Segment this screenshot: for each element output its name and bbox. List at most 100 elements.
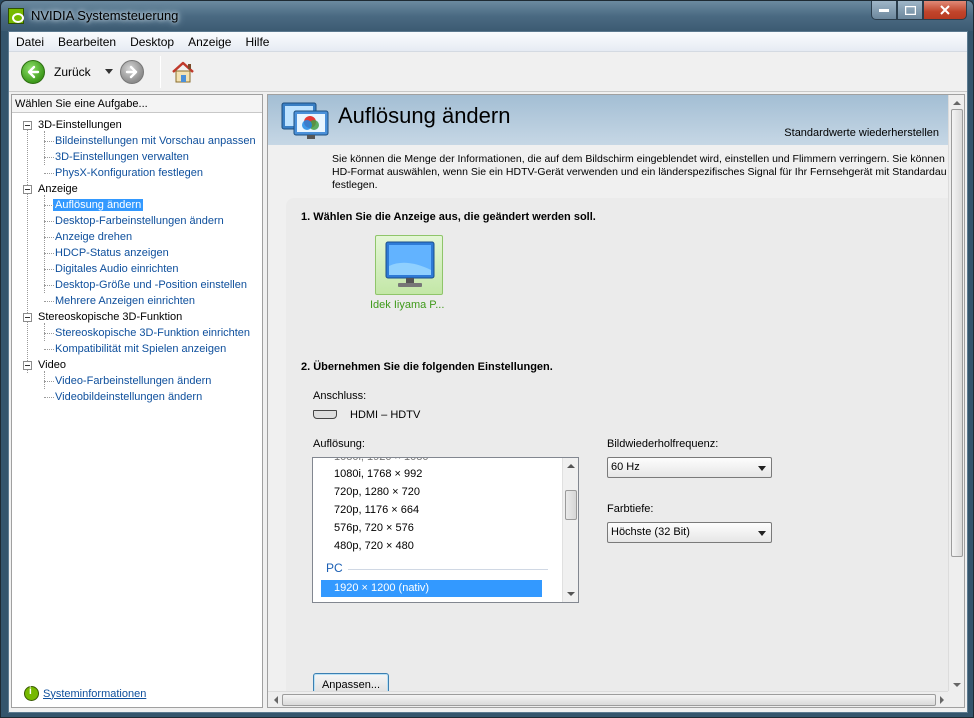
color-depth-label: Farbtiefe: [607, 503, 654, 515]
info-icon [24, 686, 39, 701]
tree-item-audio[interactable]: Digitales Audio einrichten [12, 261, 262, 277]
collapse-icon[interactable] [23, 313, 32, 322]
collapse-icon[interactable] [23, 121, 32, 130]
collapse-icon[interactable] [23, 361, 32, 370]
maximize-icon [904, 5, 916, 15]
tree-item-hdcp[interactable]: HDCP-Status anzeigen [12, 245, 262, 261]
toolbar: Zurück [9, 52, 967, 92]
list-item[interactable]: 1080i, 1920 × 1080 [334, 458, 429, 466]
scroll-left-icon[interactable] [274, 696, 278, 704]
caption-buttons [871, 1, 967, 21]
tree-item-3d-verwalten[interactable]: 3D-Einstellungen verwalten [12, 149, 262, 165]
connection-label: Anschluss: [313, 390, 367, 402]
step2-heading: 2. Übernehmen Sie die folgenden Einstell… [301, 361, 553, 373]
menu-anzeige[interactable]: Anzeige [181, 35, 238, 49]
tree-item-desktop-farbe[interactable]: Desktop-Farbeinstellungen ändern [12, 213, 262, 229]
back-button[interactable] [21, 60, 45, 84]
scroll-thumb[interactable] [951, 109, 963, 557]
display-name[interactable]: Idek Iiyama P... [370, 299, 444, 311]
menu-bearbeiten[interactable]: Bearbeiten [51, 35, 123, 49]
tree-item-bildeinstellungen[interactable]: Bildeinstellungen mit Vorschau anpassen [12, 133, 262, 149]
tree-category-video[interactable]: Video [12, 357, 262, 373]
monitor-icon [385, 241, 435, 287]
menu-datei[interactable]: Datei [9, 35, 51, 49]
list-item[interactable]: 1080i, 1768 × 992 [334, 466, 422, 483]
tree-item-videobild[interactable]: Videobildeinstellungen ändern [12, 389, 262, 405]
display-tile[interactable] [375, 235, 443, 295]
scroll-down-icon[interactable] [567, 592, 575, 596]
resolution-list[interactable]: 1080i, 1920 × 1080 1080i, 1768 × 992 720… [312, 457, 579, 603]
size-grip[interactable] [948, 691, 964, 707]
toolbar-separator [160, 56, 161, 88]
minimize-icon [879, 9, 889, 12]
back-label[interactable]: Zurück [54, 65, 91, 79]
chevron-down-icon [758, 531, 766, 536]
main-window: NVIDIA Systemsteuerung Datei Bearbeiten … [0, 0, 974, 718]
window-title: NVIDIA Systemsteuerung [31, 8, 179, 23]
maximize-button[interactable] [897, 1, 923, 20]
tree-item-desktop-groesse[interactable]: Desktop-Größe und -Position einstellen [12, 277, 262, 293]
nvidia-app-icon [8, 8, 24, 24]
scroll-up-icon[interactable] [567, 464, 575, 468]
tree-item-mehrere-anzeigen[interactable]: Mehrere Anzeigen einrichten [12, 293, 262, 309]
chevron-down-icon [758, 466, 766, 471]
list-group-divider [348, 569, 548, 570]
title-bar[interactable]: NVIDIA Systemsteuerung [1, 1, 973, 31]
refresh-label: Bildwiederholfrequenz: [607, 438, 719, 450]
list-item-selected[interactable]: 1920 × 1200 (nativ) [321, 580, 542, 597]
scroll-thumb[interactable] [565, 490, 577, 520]
scroll-right-icon[interactable] [940, 696, 944, 704]
page-description: Sie können die Menge der Informationen, … [332, 153, 947, 191]
content-hscrollbar[interactable] [268, 691, 950, 707]
content-pane: Auflösung ändern Standardwerte wiederher… [267, 94, 965, 708]
task-pane-header: Wählen Sie eine Aufgabe... [12, 95, 262, 113]
forward-button[interactable] [120, 60, 144, 84]
refresh-rate-value: 60 Hz [611, 461, 640, 473]
arrow-right-icon [125, 65, 138, 79]
minimize-button[interactable] [871, 1, 897, 20]
close-icon [940, 5, 950, 15]
restore-defaults-link[interactable]: Standardwerte wiederherstellen [784, 127, 939, 139]
list-group-header: PC [326, 561, 343, 575]
tree-item-stereo-einrichten[interactable]: Stereoskopische 3D-Funktion einrichten [12, 325, 262, 341]
collapse-icon[interactable] [23, 185, 32, 194]
task-pane: Wählen Sie eine Aufgabe... 3D-Einstellun… [11, 94, 263, 708]
menu-bar: Datei Bearbeiten Desktop Anzeige Hilfe [9, 32, 967, 52]
client-area: Datei Bearbeiten Desktop Anzeige Hilfe Z… [8, 31, 968, 713]
menu-hilfe[interactable]: Hilfe [238, 35, 276, 49]
tree-item-aufloesung[interactable]: Auflösung ändern [12, 197, 262, 213]
tree-item-video-farbe[interactable]: Video-Farbeinstellungen ändern [12, 373, 262, 389]
list-item[interactable]: 720p, 1176 × 664 [334, 502, 419, 519]
menu-desktop[interactable]: Desktop [123, 35, 181, 49]
history-dropdown-icon[interactable] [105, 69, 113, 74]
scroll-thumb[interactable] [282, 694, 936, 706]
list-item[interactable]: 720p, 1280 × 720 [334, 484, 420, 501]
tree-item-anzeige-drehen[interactable]: Anzeige drehen [12, 229, 262, 245]
page-banner: Auflösung ändern Standardwerte wiederher… [268, 95, 949, 145]
refresh-rate-select[interactable]: 60 Hz [607, 457, 772, 478]
tree-item-kompatibilitaet[interactable]: Kompatibilität mit Spielen anzeigen [12, 341, 262, 357]
tree-item-physx[interactable]: PhysX-Konfiguration festlegen [12, 165, 262, 181]
monitor-settings-icon [281, 102, 329, 139]
tree-category-stereo[interactable]: Stereoskopische 3D-Funktion [12, 309, 262, 325]
tree-category-3d[interactable]: 3D-Einstellungen [12, 117, 262, 133]
home-icon [172, 61, 194, 83]
system-info-link[interactable]: Systeminformationen [24, 686, 146, 701]
connection-value: HDMI – HDTV [350, 409, 421, 421]
arrow-left-icon [27, 65, 40, 79]
resolution-label: Auflösung: [313, 438, 365, 450]
list-scrollbar[interactable] [562, 458, 578, 602]
scroll-down-icon[interactable] [953, 683, 961, 687]
system-info-label[interactable]: Systeminformationen [43, 688, 146, 700]
list-item[interactable]: 480p, 720 × 480 [334, 538, 414, 555]
scroll-up-icon[interactable] [953, 101, 961, 105]
list-item[interactable]: 576p, 720 × 576 [334, 520, 414, 537]
task-tree: 3D-Einstellungen Bildeinstellungen mit V… [12, 117, 262, 405]
hdmi-icon [313, 410, 337, 419]
home-button[interactable] [170, 59, 196, 85]
color-depth-select[interactable]: Höchste (32 Bit) [607, 522, 772, 543]
color-depth-value: Höchste (32 Bit) [611, 526, 690, 538]
content-vscrollbar[interactable] [948, 95, 964, 693]
tree-category-anzeige[interactable]: Anzeige [12, 181, 262, 197]
close-button[interactable] [923, 1, 967, 20]
